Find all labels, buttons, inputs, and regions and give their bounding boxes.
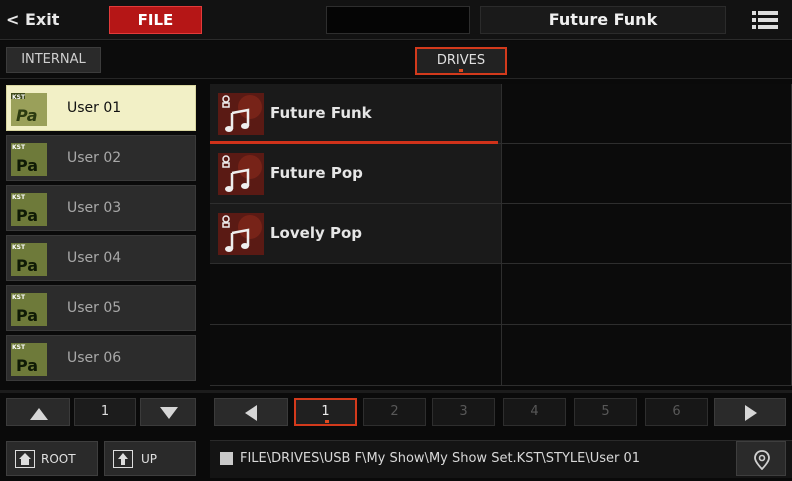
- empty-cell: [502, 264, 792, 325]
- tab-drives-label: DRIVES: [436, 53, 486, 68]
- page-button-4[interactable]: 4: [503, 398, 566, 426]
- folder-item-user-05[interactable]: KST Pa User 05: [6, 285, 196, 331]
- folder-item-user-06[interactable]: KST Pa User 06: [6, 335, 196, 381]
- file-label: Future Funk: [270, 104, 372, 122]
- page-button-5[interactable]: 5: [574, 398, 637, 426]
- selected-indicator-dot: [459, 69, 463, 72]
- root-label: ROOT: [41, 452, 76, 466]
- file-item-future-pop[interactable]: Future Pop: [210, 144, 502, 204]
- hamburger-list-icon[interactable]: [752, 10, 778, 30]
- kst-pa-folder-icon: KST Pa: [11, 93, 47, 126]
- folder-page-up-button[interactable]: [6, 398, 70, 426]
- location-tab-bar: [0, 41, 792, 79]
- triangle-up-icon: [30, 408, 48, 420]
- svg-text:Pa: Pa: [16, 306, 38, 325]
- kst-pa-folder-icon: KST Pa: [11, 343, 47, 376]
- kst-pa-folder-icon: KST Pa: [11, 193, 47, 226]
- svg-text:KST: KST: [12, 244, 26, 251]
- next-page-button[interactable]: [714, 398, 786, 426]
- empty-cell: [210, 264, 502, 325]
- file-mode-button[interactable]: FILE: [109, 6, 202, 34]
- empty-cell: [502, 84, 792, 144]
- folder-up-arrow-icon: [113, 450, 133, 468]
- svg-text:Pa: Pa: [16, 156, 38, 175]
- empty-cell: [502, 144, 792, 204]
- location-button[interactable]: [736, 441, 786, 476]
- page-label: 1: [321, 404, 330, 419]
- tab-drives[interactable]: DRIVES: [415, 47, 507, 75]
- kst-pa-folder-icon: KST Pa: [11, 143, 47, 176]
- folder-path-icon: [220, 452, 233, 465]
- svg-text:KST: KST: [12, 294, 26, 301]
- folder-label: User 05: [67, 300, 122, 316]
- svg-text:Pa: Pa: [16, 206, 38, 225]
- folder-label: User 03: [67, 200, 122, 216]
- previous-page-button[interactable]: [214, 398, 288, 426]
- empty-display-field: [326, 6, 470, 34]
- location-pin-icon: [754, 450, 770, 470]
- style-music-icon: [218, 93, 264, 135]
- up-label: UP: [141, 452, 158, 466]
- page-button-1[interactable]: 1: [294, 398, 357, 426]
- page-button-6[interactable]: 6: [645, 398, 708, 426]
- folder-label: User 06: [67, 350, 122, 366]
- folder-item-user-03[interactable]: KST Pa User 03: [6, 185, 196, 231]
- root-button[interactable]: ROOT: [6, 441, 98, 476]
- up-button[interactable]: UP: [104, 441, 196, 476]
- folder-label: User 01: [67, 100, 122, 116]
- folder-item-user-04[interactable]: KST Pa User 04: [6, 235, 196, 281]
- svg-text:Pa: Pa: [16, 106, 38, 125]
- style-music-icon: [218, 213, 264, 255]
- current-style-title[interactable]: Future Funk: [480, 6, 726, 34]
- current-path: FILE\DRIVES\USB F\My Show\My Show Set.KS…: [240, 451, 641, 466]
- triangle-right-icon: [745, 405, 757, 421]
- svg-text:KST: KST: [12, 344, 26, 351]
- folder-page-number: 1: [74, 398, 136, 426]
- svg-text:KST: KST: [12, 94, 26, 101]
- triangle-down-icon: [160, 407, 178, 419]
- home-icon: [15, 450, 35, 468]
- kst-pa-folder-icon: KST Pa: [11, 243, 47, 276]
- svg-text:Pa: Pa: [16, 256, 38, 275]
- empty-cell: [502, 204, 792, 264]
- folder-item-user-02[interactable]: KST Pa User 02: [6, 135, 196, 181]
- svg-text:Pa: Pa: [16, 356, 38, 375]
- svg-text:KST: KST: [12, 194, 26, 201]
- page-button-2[interactable]: 2: [363, 398, 426, 426]
- file-label: Lovely Pop: [270, 224, 362, 242]
- folder-label: User 02: [67, 150, 122, 166]
- kst-pa-folder-icon: KST Pa: [11, 293, 47, 326]
- selected-indicator-dot: [325, 420, 329, 423]
- triangle-left-icon: [245, 405, 257, 421]
- svg-text:KST: KST: [12, 144, 26, 151]
- folder-page-down-button[interactable]: [140, 398, 196, 426]
- divider: [0, 390, 792, 393]
- exit-button[interactable]: < Exit: [6, 6, 96, 34]
- file-grid: Future Funk Future Pop Lovely Pop: [210, 84, 792, 386]
- empty-cell: [502, 325, 792, 386]
- empty-cell: [210, 325, 502, 386]
- folder-item-user-01[interactable]: KST Pa User 01: [6, 85, 196, 131]
- tab-internal[interactable]: INTERNAL: [6, 47, 101, 73]
- selection-underline: [210, 141, 498, 144]
- folder-label: User 04: [67, 250, 122, 266]
- style-music-icon: [218, 153, 264, 195]
- file-item-future-funk[interactable]: Future Funk: [210, 84, 502, 144]
- page-button-3[interactable]: 3: [432, 398, 495, 426]
- file-item-lovely-pop[interactable]: Lovely Pop: [210, 204, 502, 264]
- file-label: Future Pop: [270, 164, 363, 182]
